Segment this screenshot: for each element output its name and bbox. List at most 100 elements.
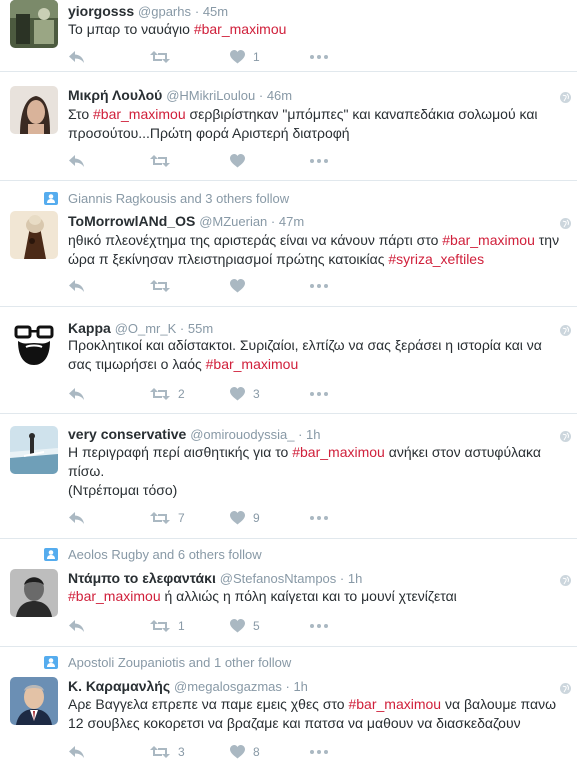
social-context[interactable]: Giannis Ragkousis and 3 others follow <box>44 191 289 207</box>
more-button[interactable] <box>310 152 328 170</box>
timestamp[interactable]: 47m <box>279 214 304 229</box>
hashtag-link[interactable]: #bar_maximou <box>93 106 186 122</box>
social-context[interactable]: Aeolos Rugby and 6 others follow <box>44 547 262 563</box>
tweet[interactable]: Aeolos Rugby and 6 others follow Ντάμπο … <box>0 539 577 647</box>
reply-button[interactable] <box>68 743 85 761</box>
retweet-button[interactable] <box>150 152 170 170</box>
retweet-icon <box>150 280 170 292</box>
like-count: 3 <box>253 387 260 401</box>
tweet-header: Κ. Καραμανλής @megalosgazmas · 1h <box>68 678 308 694</box>
like-button[interactable] <box>230 152 245 170</box>
hashtag-link[interactable]: #bar_maximou <box>194 21 287 37</box>
more-button[interactable] <box>310 48 328 66</box>
reply-icon <box>69 512 84 524</box>
avatar[interactable] <box>10 677 58 725</box>
display-name[interactable]: Ντάμπο το ελεφαντάκι <box>68 570 216 586</box>
retweet-count: 3 <box>178 745 185 759</box>
timestamp[interactable]: 46m <box>267 88 292 103</box>
tweet-text: ηθικό πλεονέχτημα της αριστεράς είναι να… <box>68 232 560 267</box>
retweet-button[interactable]: 7 <box>150 509 185 527</box>
like-button[interactable]: 9 <box>230 509 260 527</box>
globe-icon <box>560 90 571 103</box>
display-name[interactable]: very conservative <box>68 426 186 442</box>
like-button[interactable]: 8 <box>230 743 260 761</box>
avatar[interactable] <box>10 569 58 617</box>
user-handle[interactable]: @omirouodyssia_ <box>190 427 294 442</box>
display-name[interactable]: Κ. Καραμανλής <box>68 678 170 694</box>
person-icon <box>44 192 58 205</box>
social-context[interactable]: Apostoli Zoupaniotis and 1 other follow <box>44 655 291 671</box>
avatar[interactable] <box>10 319 58 367</box>
tweet[interactable]: very conservative @omirouodyssia_ · 1h Η… <box>0 414 577 539</box>
like-button[interactable] <box>230 277 245 295</box>
timestamp[interactable]: 55m <box>188 321 213 336</box>
timestamp[interactable]: 45m <box>203 4 228 19</box>
more-button[interactable] <box>310 385 328 403</box>
reply-button[interactable] <box>68 152 85 170</box>
hashtag-link[interactable]: #bar_maximou <box>348 696 441 712</box>
user-handle[interactable]: @StefanosNtampos <box>220 571 337 586</box>
timestamp[interactable]: 1h <box>348 571 362 586</box>
display-name[interactable]: yiorgosss <box>68 3 134 19</box>
hashtag-link[interactable]: #bar_maximou <box>68 588 161 604</box>
like-count: 8 <box>253 745 260 759</box>
heart-icon <box>230 387 245 401</box>
tweet-header: Μικρή Λουλού @HMikriLoulou · 46m <box>68 87 293 103</box>
reply-icon <box>69 746 84 758</box>
tweet[interactable]: Kappa @O_mr_K · 55m Προκλητικοί και αδίσ… <box>0 307 577 414</box>
retweet-button[interactable]: 1 <box>150 617 185 635</box>
like-button[interactable]: 1 <box>230 48 260 66</box>
reply-button[interactable] <box>68 385 85 403</box>
timestamp[interactable]: 1h <box>306 427 320 442</box>
hashtag-link[interactable]: #bar_maximou <box>442 232 535 248</box>
retweet-icon <box>150 388 170 400</box>
retweet-count: 2 <box>178 387 185 401</box>
avatar[interactable] <box>10 86 58 134</box>
timestamp[interactable]: 1h <box>293 679 307 694</box>
user-handle[interactable]: @gparhs <box>138 4 191 19</box>
user-handle[interactable]: @MZuerian <box>199 214 267 229</box>
heart-icon <box>230 279 245 293</box>
hashtag-link[interactable]: #bar_maximou <box>206 356 299 372</box>
display-name[interactable]: ToMorrowlANd_OS <box>68 213 195 229</box>
retweet-button[interactable]: 2 <box>150 385 185 403</box>
avatar[interactable] <box>10 0 58 48</box>
reply-button[interactable] <box>68 617 85 635</box>
tweet-text: Στο #bar_maximou σερβιρίστηκαν "μπόμπες"… <box>68 106 538 141</box>
like-button[interactable]: 3 <box>230 385 260 403</box>
more-icon <box>310 392 328 396</box>
more-button[interactable] <box>310 617 328 635</box>
tweet-text: #bar_maximou ή αλλιώς η πόλη καίγεται κα… <box>68 588 457 604</box>
reply-button[interactable] <box>68 277 85 295</box>
user-handle[interactable]: @megalosgazmas <box>174 679 282 694</box>
display-name[interactable]: Μικρή Λουλού <box>68 87 162 103</box>
retweet-count: 1 <box>178 619 185 633</box>
retweet-button[interactable]: 3 <box>150 743 185 761</box>
more-button[interactable] <box>310 277 328 295</box>
more-icon <box>310 159 328 163</box>
retweet-button[interactable] <box>150 277 170 295</box>
display-name[interactable]: Kappa <box>68 320 111 336</box>
more-button[interactable] <box>310 509 328 527</box>
heart-icon <box>230 745 245 759</box>
like-button[interactable]: 5 <box>230 617 260 635</box>
tweet[interactable]: Apostoli Zoupaniotis and 1 other follow … <box>0 647 577 772</box>
avatar[interactable] <box>10 426 58 474</box>
reply-button[interactable] <box>68 48 85 66</box>
reply-button[interactable] <box>68 509 85 527</box>
avatar[interactable] <box>10 211 58 259</box>
globe-icon <box>560 681 571 694</box>
user-handle[interactable]: @O_mr_K <box>115 321 177 336</box>
tweet[interactable]: yiorgosss @gparhs · 45m Το μπαρ το ναυάγ… <box>0 0 577 72</box>
globe-icon <box>560 573 571 586</box>
tweet[interactable]: Μικρή Λουλού @HMikriLoulou · 46m Στο #ba… <box>0 72 577 181</box>
more-button[interactable] <box>310 743 328 761</box>
tweet[interactable]: Giannis Ragkousis and 3 others follow To… <box>0 181 577 307</box>
retweet-button[interactable] <box>150 48 170 66</box>
heart-icon <box>230 50 245 64</box>
hashtag-link[interactable]: #bar_maximou <box>292 444 385 460</box>
globe-icon <box>560 323 571 336</box>
retweet-count: 7 <box>178 511 185 525</box>
hashtag-link[interactable]: #syriza_xeftiles <box>388 251 484 267</box>
user-handle[interactable]: @HMikriLoulou <box>166 88 255 103</box>
